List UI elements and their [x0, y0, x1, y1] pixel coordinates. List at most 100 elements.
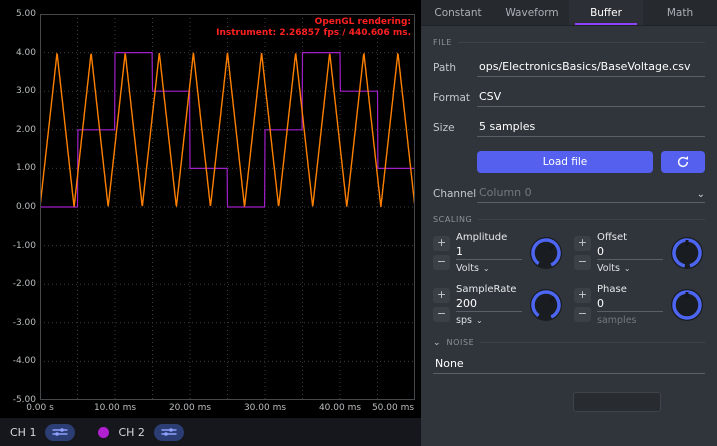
- amplitude-unit-select[interactable]: Volts ⌄: [456, 263, 522, 274]
- y-tick-label: 0.00: [0, 202, 36, 212]
- phase-knob[interactable]: [669, 287, 705, 323]
- chevron-down-icon: ⌄: [476, 316, 483, 325]
- tab-constant[interactable]: Constant: [421, 0, 495, 25]
- ch1-label: CH 1: [10, 426, 36, 439]
- amplitude-decrement-button[interactable]: −: [433, 255, 450, 270]
- ch1-settings-button[interactable]: [45, 424, 75, 441]
- samplerate-increment-button[interactable]: +: [433, 288, 450, 303]
- load-file-button[interactable]: Load file: [477, 151, 653, 173]
- x-tick-label: 10.00 ms: [90, 403, 140, 413]
- offset-unit-select[interactable]: Volts ⌄: [597, 263, 663, 274]
- app-window: 5.00 4.00 3.00 2.00 1.00 0.00 -1.00 -2.00 -3.00 -…: [0, 0, 717, 446]
- path-label: Path: [433, 62, 477, 77]
- amplitude-knob[interactable]: [528, 235, 564, 271]
- section-rule: [458, 42, 705, 43]
- samplerate-unit: sps: [456, 315, 472, 326]
- section-rule: [480, 342, 705, 343]
- oscilloscope-display: 5.00 4.00 3.00 2.00 1.00 0.00 -1.00 -2.00 -3.00 -…: [0, 0, 421, 418]
- offset-control: + − Offset 0 Volts ⌄: [574, 232, 705, 274]
- size-row: Size 5 samples: [433, 120, 705, 137]
- y-tick-label: 4.00: [0, 48, 36, 58]
- y-tick-label: 3.00: [0, 86, 36, 96]
- y-tick-label: 2.00: [0, 125, 36, 135]
- samplerate-name: SampleRate: [456, 284, 522, 295]
- channel-label: Channel: [433, 188, 477, 203]
- render-stats-overlay: OpenGL rendering: Instrument: 2.26857 fp…: [216, 17, 411, 39]
- noise-row: None: [433, 357, 705, 374]
- channel-select[interactable]: Column 0: [477, 186, 697, 203]
- noise-select[interactable]: None: [433, 357, 705, 374]
- sliders-icon: [51, 427, 69, 437]
- noise-section-header[interactable]: ⌄ NOISE: [433, 338, 705, 347]
- source-tabs: Constant Waveform Buffer Math: [421, 0, 717, 26]
- x-tick-label: 20.00 ms: [165, 403, 215, 413]
- amplitude-name: Amplitude: [456, 232, 522, 243]
- amplitude-increment-button[interactable]: +: [433, 236, 450, 251]
- samplerate-decrement-button[interactable]: −: [433, 307, 450, 322]
- offset-decrement-button[interactable]: −: [574, 255, 591, 270]
- file-section-header: FILE: [433, 38, 705, 47]
- amplitude-value-input[interactable]: 1: [456, 245, 522, 260]
- chevron-down-icon: ⌄: [483, 264, 490, 273]
- sliders-icon: [160, 427, 178, 437]
- file-buttons-row: Load file: [477, 151, 705, 173]
- trace-ch2: [40, 53, 415, 207]
- x-tick-label: 40.00 ms: [315, 403, 365, 413]
- signal-source-panel: Constant Waveform Buffer Math FILE Path …: [421, 0, 717, 446]
- x-tick-label: 30.00 ms: [240, 403, 290, 413]
- phase-unit-label: samples: [597, 315, 637, 326]
- tab-math[interactable]: Math: [643, 0, 717, 25]
- y-tick-label: 5.00: [0, 9, 36, 19]
- format-input[interactable]: CSV: [477, 90, 705, 107]
- phase-value-input[interactable]: 0: [597, 297, 663, 312]
- samplerate-unit-select[interactable]: sps ⌄: [456, 315, 522, 326]
- size-label: Size: [433, 122, 477, 137]
- amplitude-control: + − Amplitude 1 Volts ⌄: [433, 232, 564, 274]
- offset-value-input[interactable]: 0: [597, 245, 663, 260]
- phase-name: Phase: [597, 284, 663, 295]
- render-stats-line2: Instrument: 2.26857 fps / 440.606 ms.: [216, 28, 411, 39]
- section-rule: [478, 219, 705, 220]
- y-tick-label: 1.00: [0, 163, 36, 173]
- scope-plot: [40, 14, 415, 400]
- path-row: Path ops/ElectronicsBasics/BaseVoltage.c…: [433, 60, 705, 77]
- y-tick-label: -1.00: [0, 241, 36, 251]
- noise-section-label: NOISE: [447, 338, 475, 347]
- samplerate-control: + − SampleRate 200 sps ⌄: [433, 284, 564, 326]
- format-row: Format CSV: [433, 90, 705, 107]
- samplerate-stepper: + −: [433, 288, 450, 322]
- chevron-down-icon[interactable]: ⌄: [697, 189, 705, 203]
- y-tick-label: -4.00: [0, 356, 36, 366]
- file-section-label: FILE: [433, 38, 452, 47]
- refresh-icon: [676, 155, 690, 169]
- samplerate-value-input[interactable]: 200: [456, 297, 522, 312]
- phase-control: + − Phase 0 samples: [574, 284, 705, 326]
- channel-bar: CH 1 CH 2: [0, 418, 421, 446]
- tab-waveform[interactable]: Waveform: [495, 0, 569, 25]
- y-tick-label: -3.00: [0, 318, 36, 328]
- y-tick-label: -2.00: [0, 279, 36, 289]
- scaling-controls: + − Amplitude 1 Volts ⌄: [433, 232, 705, 326]
- phase-decrement-button[interactable]: −: [574, 307, 591, 322]
- phase-unit: samples: [597, 315, 663, 326]
- amplitude-stepper: + −: [433, 236, 450, 270]
- ch2-label: CH 2: [118, 426, 144, 439]
- phase-increment-button[interactable]: +: [574, 288, 591, 303]
- offset-name: Offset: [597, 232, 663, 243]
- samplerate-knob[interactable]: [528, 287, 564, 323]
- x-tick-label: 50.00 ms: [368, 403, 418, 413]
- ch2-color-dot: [98, 427, 109, 438]
- offset-unit: Volts: [597, 263, 620, 274]
- scaling-section-label: SCALING: [433, 215, 472, 224]
- x-tick-label: 0.00 s: [15, 403, 65, 413]
- offset-increment-button[interactable]: +: [574, 236, 591, 251]
- format-label: Format: [433, 92, 477, 107]
- ch2-settings-button[interactable]: [154, 424, 184, 441]
- channel-row: Channel Column 0 ⌄: [433, 186, 705, 203]
- partially-visible-control: [573, 392, 661, 412]
- path-input[interactable]: ops/ElectronicsBasics/BaseVoltage.csv: [477, 60, 705, 77]
- size-input[interactable]: 5 samples: [477, 120, 705, 137]
- offset-knob[interactable]: [669, 235, 705, 271]
- tab-buffer[interactable]: Buffer: [569, 0, 643, 25]
- reload-file-button[interactable]: [661, 151, 705, 173]
